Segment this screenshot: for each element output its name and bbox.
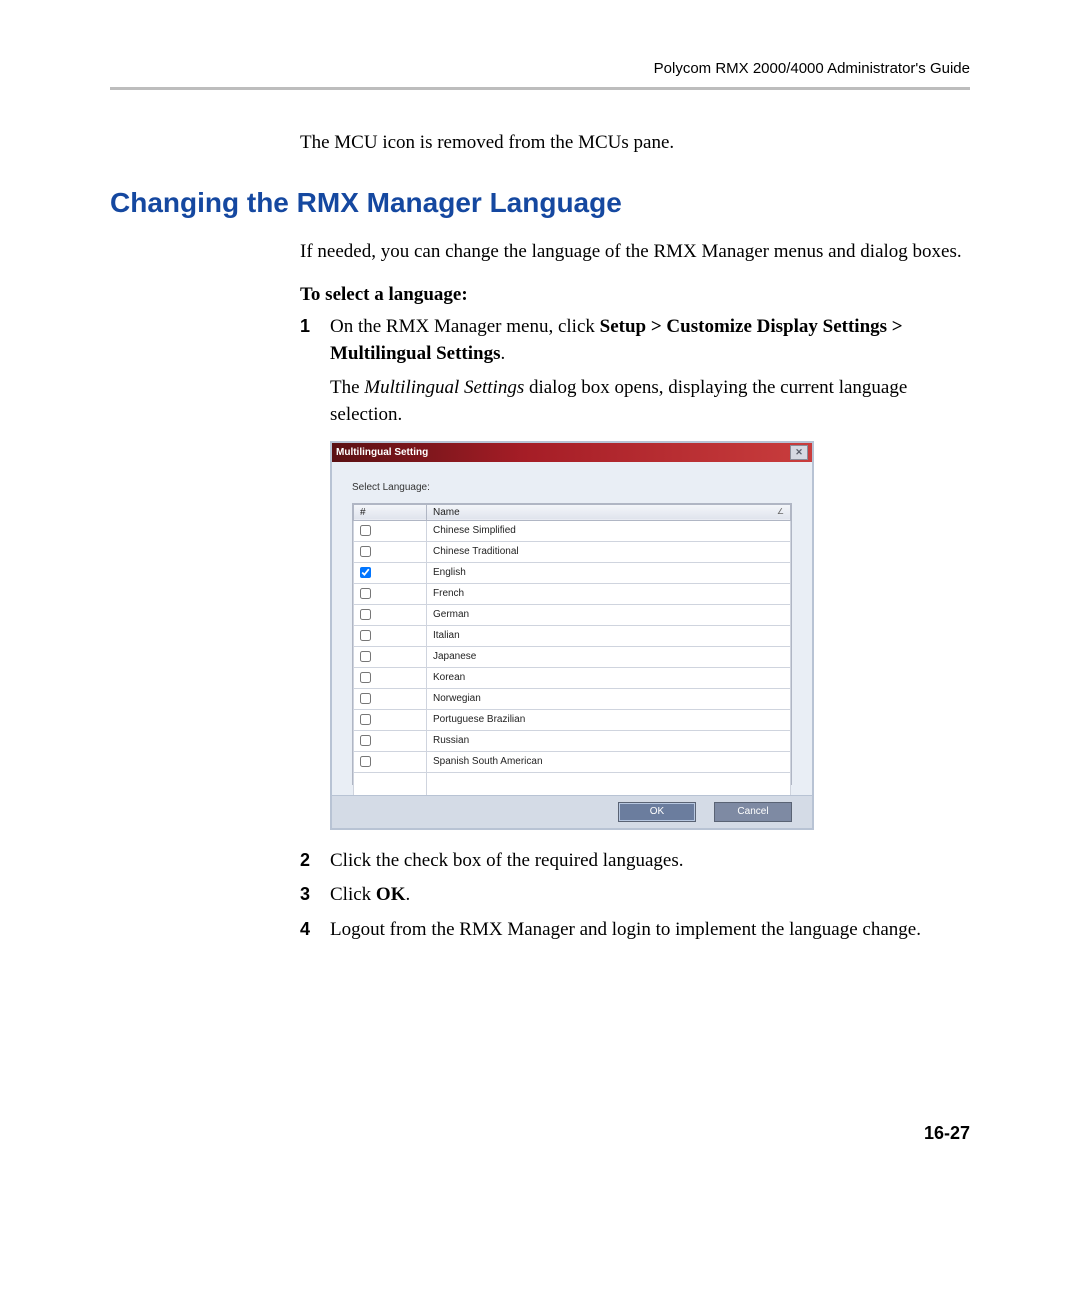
dialog-title: Multilingual Setting <box>336 447 428 458</box>
language-row: English <box>354 562 791 583</box>
language-table: # Name ∠ Chinese SimplifiedChinese Tradit… <box>353 504 791 828</box>
cancel-button[interactable]: Cancel <box>714 802 792 822</box>
language-checkbox[interactable] <box>360 609 371 620</box>
language-name-cell: Italian <box>427 625 791 646</box>
dialog-body: Select Language: # Name ∠ Chinese Simplif… <box>332 462 812 795</box>
doc-header: Polycom RMX 2000/4000 Administrator's Gu… <box>110 60 970 77</box>
language-checkbox[interactable] <box>360 525 371 536</box>
sort-asc-icon: ∠ <box>777 507 784 516</box>
multilingual-settings-dialog: Multilingual Setting ✕ Select Language: … <box>330 441 814 830</box>
step-1-followup: The Multilingual Settings dialog box ope… <box>330 375 970 428</box>
page-number: 16-27 <box>110 1123 970 1144</box>
language-checkbox[interactable] <box>360 588 371 599</box>
col-header-checkbox[interactable]: # <box>354 504 427 520</box>
language-checkbox[interactable] <box>360 546 371 557</box>
language-checkbox[interactable] <box>360 735 371 746</box>
step-number: 3 <box>300 882 310 907</box>
language-table-container: # Name ∠ Chinese SimplifiedChinese Tradit… <box>352 503 792 785</box>
language-checkbox-cell <box>354 583 427 604</box>
language-checkbox[interactable] <box>360 714 371 725</box>
language-row: Italian <box>354 625 791 646</box>
language-checkbox-cell <box>354 709 427 730</box>
language-checkbox-cell <box>354 604 427 625</box>
step-number: 2 <box>300 848 310 873</box>
language-row: Russian <box>354 730 791 751</box>
text: The <box>330 377 364 398</box>
language-name-cell: French <box>427 583 791 604</box>
step-1: 1 On the RMX Manager menu, click Setup >… <box>300 314 970 367</box>
intro-paragraph: The MCU icon is removed from the MCUs pa… <box>300 130 970 157</box>
step-text-bold: OK <box>376 884 406 905</box>
step-text: Click the check box of the required lang… <box>330 850 684 871</box>
step-text: Logout from the RMX Manager and login to… <box>330 919 921 940</box>
language-name-cell: Chinese Traditional <box>427 541 791 562</box>
language-checkbox-cell <box>354 541 427 562</box>
language-name-cell: Norwegian <box>427 688 791 709</box>
language-checkbox[interactable] <box>360 756 371 767</box>
language-name-cell: Portuguese Brazilian <box>427 709 791 730</box>
language-checkbox[interactable] <box>360 693 371 704</box>
step-3: 3 Click OK. <box>300 882 970 909</box>
language-checkbox-cell <box>354 562 427 583</box>
language-row: Chinese Simplified <box>354 520 791 541</box>
text-italic: Multilingual Settings <box>364 377 524 398</box>
language-checkbox-cell <box>354 646 427 667</box>
step-text: . <box>405 884 410 905</box>
language-row: French <box>354 583 791 604</box>
step-number: 1 <box>300 314 310 339</box>
step-2: 2 Click the check box of the required la… <box>300 848 970 875</box>
language-checkbox[interactable] <box>360 651 371 662</box>
language-name-cell: Russian <box>427 730 791 751</box>
header-rule <box>110 87 970 90</box>
language-checkbox-cell <box>354 688 427 709</box>
language-row: Norwegian <box>354 688 791 709</box>
language-name-cell: Chinese Simplified <box>427 520 791 541</box>
language-name-cell: German <box>427 604 791 625</box>
section-heading: Changing the RMX Manager Language <box>110 187 970 219</box>
select-language-label: Select Language: <box>352 482 792 493</box>
language-row: Spanish South American <box>354 751 791 772</box>
language-name-cell: Korean <box>427 667 791 688</box>
col-header-name[interactable]: Name ∠ <box>427 504 791 520</box>
language-checkbox[interactable] <box>360 630 371 641</box>
close-icon[interactable]: ✕ <box>790 445 808 460</box>
language-row: German <box>354 604 791 625</box>
language-checkbox-cell <box>354 625 427 646</box>
language-row: Portuguese Brazilian <box>354 709 791 730</box>
language-checkbox-cell <box>354 730 427 751</box>
step-text: Click <box>330 884 376 905</box>
language-checkbox[interactable] <box>360 567 371 578</box>
ok-button[interactable]: OK <box>618 802 696 822</box>
step-text: On the RMX Manager menu, click <box>330 316 600 337</box>
language-name-cell: English <box>427 562 791 583</box>
language-checkbox-cell <box>354 667 427 688</box>
col-header-name-text: Name <box>433 507 460 518</box>
section-intro: If needed, you can change the language o… <box>300 239 970 266</box>
step-text: . <box>501 343 506 364</box>
language-checkbox[interactable] <box>360 672 371 683</box>
language-row: Japanese <box>354 646 791 667</box>
language-checkbox-cell <box>354 751 427 772</box>
dialog-footer: OK Cancel <box>332 795 812 828</box>
language-name-cell: Spanish South American <box>427 751 791 772</box>
language-row: Korean <box>354 667 791 688</box>
language-checkbox-cell <box>354 520 427 541</box>
language-name-cell: Japanese <box>427 646 791 667</box>
step-4: 4 Logout from the RMX Manager and login … <box>300 917 970 944</box>
step-number: 4 <box>300 917 310 942</box>
procedure-subheading: To select a language: <box>300 284 970 306</box>
language-row: Chinese Traditional <box>354 541 791 562</box>
dialog-titlebar: Multilingual Setting ✕ <box>332 443 812 462</box>
